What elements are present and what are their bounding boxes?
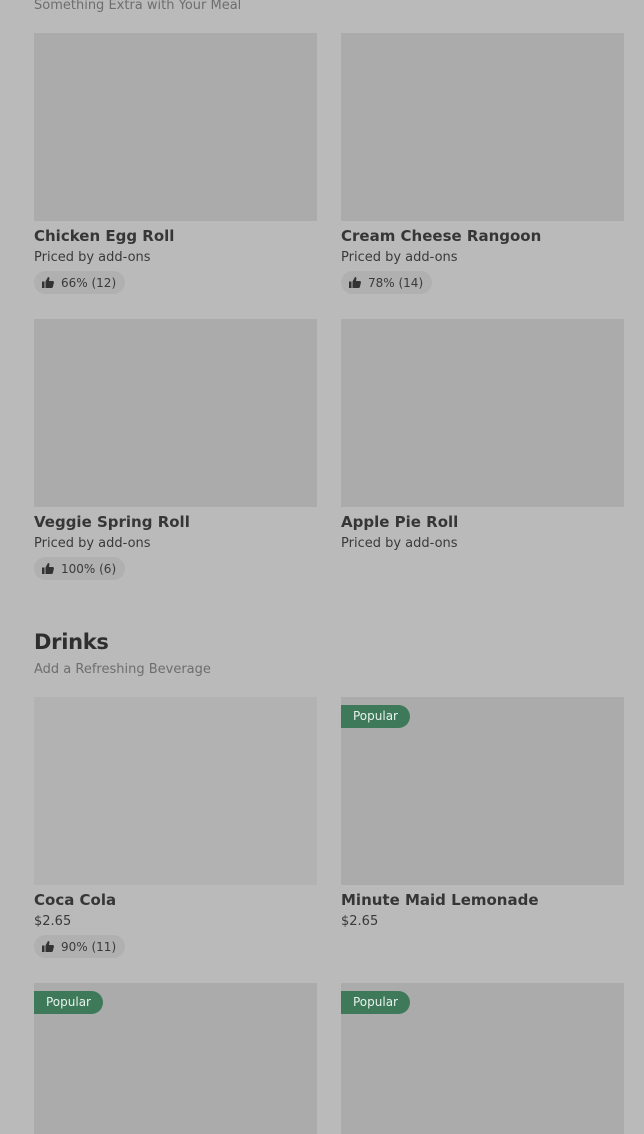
menu-item-card[interactable]: Popular xyxy=(341,983,624,1134)
item-price: $2.65 xyxy=(341,914,379,929)
thumbs-up-icon xyxy=(42,277,54,288)
item-name: Minute Maid Lemonade xyxy=(341,891,539,909)
section-subtitle: Add a Refreshing Beverage xyxy=(34,662,211,677)
rating-text: 100% (6) xyxy=(61,561,117,576)
menu-item-card[interactable]: Veggie Spring Roll Priced by add-ons 100… xyxy=(34,319,317,580)
rating-badge: 90% (11) xyxy=(34,935,126,958)
item-image[interactable] xyxy=(34,33,317,221)
rating-badge: 100% (6) xyxy=(34,557,126,580)
rating-text: 78% (14) xyxy=(368,275,424,290)
item-price: Priced by add-ons xyxy=(34,536,151,551)
item-price: Priced by add-ons xyxy=(341,250,458,265)
item-price: Priced by add-ons xyxy=(341,536,458,551)
item-name: Veggie Spring Roll xyxy=(34,513,190,531)
item-name: Coca Cola xyxy=(34,891,117,909)
thumbs-up-icon xyxy=(349,277,361,288)
item-name: Cream Cheese Rangoon xyxy=(341,227,542,245)
item-image[interactable]: Popular xyxy=(34,983,317,1134)
item-image[interactable] xyxy=(34,319,317,507)
popular-badge: Popular xyxy=(341,991,410,1014)
menu-item-card[interactable]: Cream Cheese Rangoon Priced by add-ons 7… xyxy=(341,33,624,294)
menu-item-card[interactable]: Popular Minute Maid Lemonade $2.65 xyxy=(341,697,624,930)
menu-item-card[interactable]: Apple Pie Roll Priced by add-ons xyxy=(341,319,624,552)
rating-text: 90% (11) xyxy=(61,939,117,954)
popular-badge: Popular xyxy=(341,705,410,728)
popular-badge: Popular xyxy=(34,991,103,1014)
item-image[interactable] xyxy=(34,697,317,885)
rating-badge: 66% (12) xyxy=(34,271,126,294)
item-name: Apple Pie Roll xyxy=(341,513,459,531)
item-image[interactable]: Popular xyxy=(341,697,624,885)
thumbs-up-icon xyxy=(42,941,54,952)
menu-item-card[interactable]: Chicken Egg Roll Priced by add-ons 66% (… xyxy=(34,33,317,294)
section-subtitle: Something Extra with Your Meal xyxy=(34,0,242,13)
rating-badge: 78% (14) xyxy=(341,271,433,294)
menu-page: Something Extra with Your Meal Chicken E… xyxy=(0,0,644,1134)
item-image[interactable] xyxy=(341,319,624,507)
item-name: Chicken Egg Roll xyxy=(34,227,175,245)
item-price: Priced by add-ons xyxy=(34,250,151,265)
item-price: $2.65 xyxy=(34,914,72,929)
rating-text: 66% (12) xyxy=(61,275,117,290)
item-image[interactable]: Popular xyxy=(341,983,624,1134)
item-image[interactable] xyxy=(341,33,624,221)
thumbs-up-icon xyxy=(42,563,54,574)
section-title: Drinks xyxy=(34,630,109,654)
menu-item-card[interactable]: Popular xyxy=(34,983,317,1134)
menu-item-card[interactable]: Coca Cola $2.65 90% (11) xyxy=(34,697,317,958)
